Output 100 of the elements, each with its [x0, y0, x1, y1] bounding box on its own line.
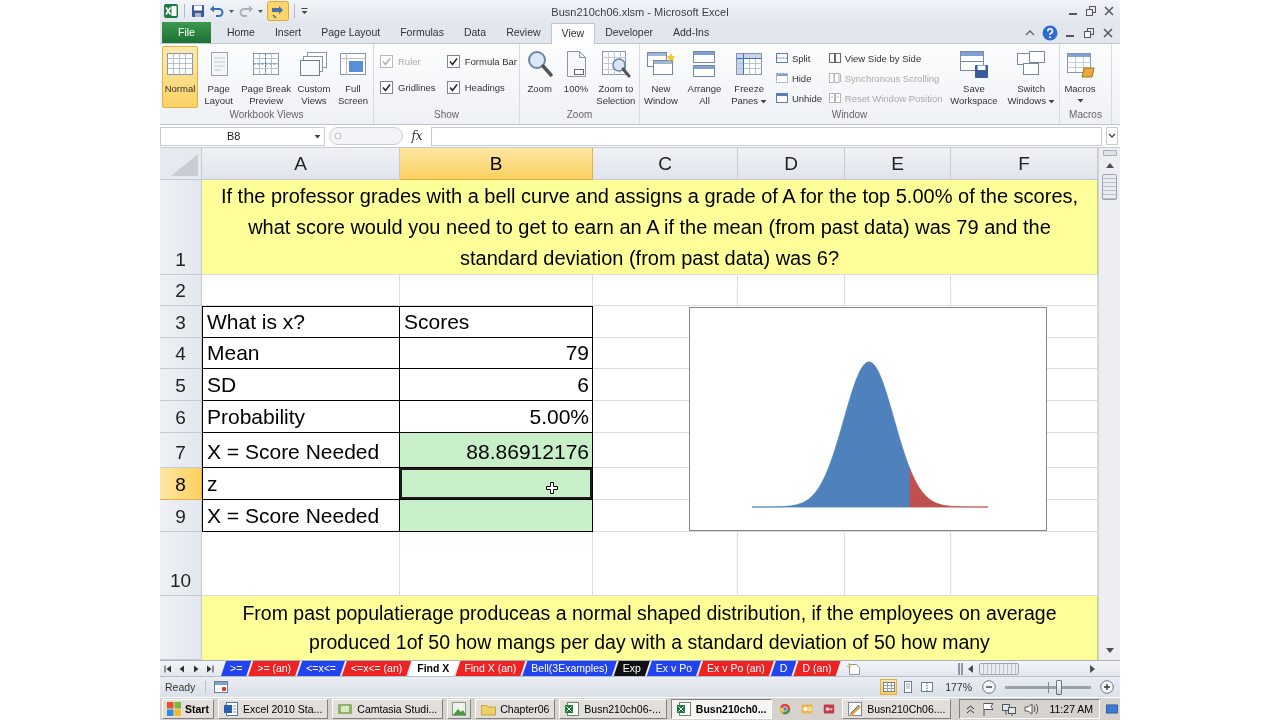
scroll-thumb[interactable]	[979, 662, 1019, 675]
taskbar-button[interactable]: Excel 2010 Sta...	[217, 699, 329, 719]
row-header[interactable]: 1	[160, 180, 202, 275]
ribbon-button[interactable]: Zoom	[522, 46, 558, 108]
grip-icon[interactable]	[329, 127, 403, 145]
ribbon-button[interactable]: Page Break Preview	[239, 46, 293, 108]
name-box[interactable]: B8	[160, 126, 325, 146]
ribbon-tab[interactable]: Page Layout	[311, 23, 391, 43]
show-desktop-icon[interactable]	[1106, 702, 1118, 716]
sheet-tab[interactable]: <=x<= (an)	[341, 661, 412, 676]
sheet-tab[interactable]: Ex v Po (an)	[698, 661, 774, 676]
zoom-slider-thumb[interactable]	[1056, 679, 1063, 695]
sheet-tab[interactable]: D (an)	[793, 661, 841, 676]
ribbon-button[interactable]: Unhide	[774, 91, 822, 105]
column-header[interactable]: F	[951, 148, 1098, 180]
sheet-tab[interactable]: >=	[221, 661, 252, 676]
taskbar-button[interactable]: Busn210Ch06....	[842, 699, 952, 719]
help-icon[interactable]	[1042, 25, 1058, 41]
checkbox-label[interactable]: Gridlines	[398, 82, 436, 93]
row-header[interactable]: 3	[160, 306, 202, 338]
zoom-level[interactable]: 177%	[941, 681, 976, 693]
split-handle[interactable]	[958, 662, 963, 675]
sheet-tab[interactable]: Ex v Po	[646, 661, 702, 676]
zoom-in-icon[interactable]	[1100, 680, 1114, 694]
close-icon[interactable]	[1102, 4, 1116, 18]
previous-sheet-icon[interactable]	[177, 663, 187, 674]
ribbon-button[interactable]: Switch Windows	[1005, 46, 1057, 108]
row-header[interactable]: 5	[160, 369, 202, 401]
restore-icon[interactable]	[1082, 26, 1096, 40]
flag-icon[interactable]	[981, 701, 996, 717]
sheet-tab[interactable]: >= (an)	[248, 661, 301, 676]
ribbon-tab[interactable]: Insert	[264, 23, 312, 43]
ribbon-button[interactable]: Zoom to Selection	[594, 46, 637, 108]
ribbon-tab[interactable]: Home	[216, 23, 265, 43]
ribbon-tab[interactable]: Formulas	[390, 23, 454, 43]
arrow-tile-icon[interactable]	[267, 1, 289, 21]
split-handle[interactable]	[1102, 150, 1117, 156]
ribbon-button[interactable]: Arrange All	[685, 46, 724, 108]
formula-field[interactable]	[431, 126, 1102, 146]
network-icon[interactable]	[1001, 701, 1018, 717]
column-header[interactable]: C	[593, 148, 738, 180]
ribbon-button[interactable]: 100%	[558, 46, 594, 108]
next-sheet-icon[interactable]	[191, 663, 201, 674]
column-header[interactable]: B	[400, 148, 593, 180]
function-button[interactable]: fx	[407, 129, 427, 143]
taskbar-button[interactable]	[447, 699, 472, 719]
ribbon-button[interactable]: New Window	[642, 46, 680, 108]
save-icon[interactable]	[190, 3, 206, 19]
ribbon-tab[interactable]: View	[550, 23, 596, 44]
checkbox[interactable]	[380, 81, 393, 94]
sheet-tab[interactable]: Find X (an)	[455, 661, 526, 676]
ribbon-button[interactable]: Full Screen	[334, 46, 371, 108]
sheet-tab[interactable]: Exp	[613, 661, 650, 676]
row-header[interactable]: 10	[160, 532, 202, 596]
ribbon-tab[interactable]: Review	[496, 23, 551, 43]
ribbon-button[interactable]: Custom Views	[295, 46, 333, 108]
checkbox-label[interactable]: Headings	[464, 82, 505, 93]
ribbon-button[interactable]: Macros	[1062, 46, 1098, 108]
zoom-out-icon[interactable]	[982, 680, 996, 694]
row-header[interactable]: 2	[160, 275, 202, 306]
ribbon-tab[interactable]: Developer	[595, 23, 663, 43]
ribbon-button[interactable]: Freeze Panes	[729, 46, 770, 108]
taskbar-button[interactable]: Camtasia Studi...	[332, 699, 444, 719]
sheet-tab[interactable]: <=x<=	[297, 661, 345, 676]
ribbon-tab[interactable]: Add-Ins	[663, 23, 720, 43]
sheet-tab[interactable]: Find X	[408, 661, 459, 676]
checkbox[interactable]	[446, 81, 460, 94]
last-sheet-icon[interactable]	[205, 663, 215, 674]
taskbar-button[interactable]: Chapter06	[475, 699, 556, 719]
sheet-tab[interactable]: Bell(3Examples)	[522, 661, 617, 676]
ribbon-button[interactable]: View Side by Side	[827, 51, 943, 65]
view-button[interactable]	[918, 679, 936, 695]
column-header[interactable]: D	[738, 148, 845, 180]
taskbar-button[interactable]: Busn210ch0...	[670, 699, 773, 719]
ribbon-button[interactable]: Normal	[162, 46, 198, 108]
ribbon-button[interactable]: Hide	[774, 71, 822, 85]
round-logo-icon[interactable]	[779, 701, 792, 717]
row-header[interactable]: 8	[160, 468, 202, 500]
close-icon[interactable]	[1101, 26, 1115, 40]
sheet-tab[interactable]: D	[770, 661, 797, 676]
ribbon-button[interactable]: Page Layout	[200, 46, 237, 108]
taskbar-button[interactable]: Busn210ch06-...	[559, 699, 667, 719]
row-header[interactable]: 6	[160, 401, 202, 433]
scroll-thumb[interactable]	[1102, 174, 1117, 200]
row-header[interactable]: 4	[160, 338, 202, 369]
expand-icon[interactable]	[1106, 127, 1118, 145]
speaker-icon[interactable]	[1023, 701, 1040, 717]
first-sheet-icon[interactable]	[163, 663, 173, 674]
undo-icon[interactable]	[209, 3, 225, 19]
record-macro-icon[interactable]	[214, 681, 229, 693]
row-header[interactable]: 7	[160, 433, 202, 468]
row-header[interactable]: 9	[160, 500, 202, 532]
chevron-icon[interactable]	[966, 703, 976, 715]
restore-icon[interactable]	[1084, 4, 1098, 18]
ribbon-tab[interactable]: Data	[453, 23, 497, 43]
file-tab[interactable]: File	[162, 22, 211, 43]
ribbon-button[interactable]: Save Workspace	[948, 46, 1000, 108]
ribbon-button[interactable]: Split	[774, 51, 822, 65]
checkbox[interactable]	[446, 55, 460, 68]
column-header[interactable]: A	[202, 148, 400, 180]
